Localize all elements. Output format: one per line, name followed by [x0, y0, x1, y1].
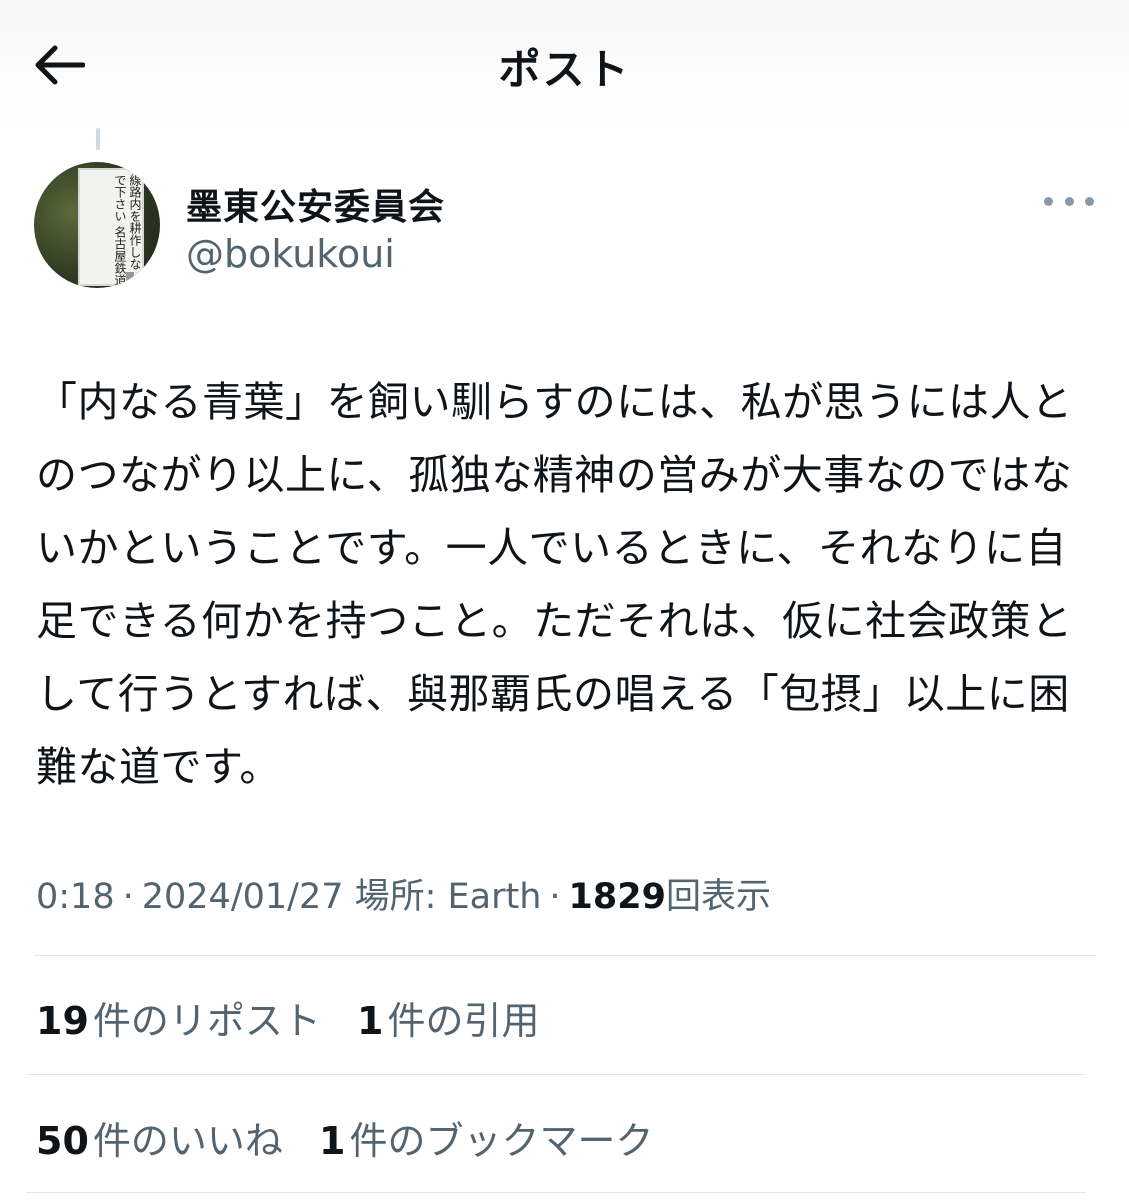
stats-row-likes: 50 件のいいね 1 件のブックマーク	[36, 1110, 677, 1165]
bookmarks-stat[interactable]: 1 件のブックマーク	[319, 1119, 653, 1163]
thread-connector	[96, 128, 100, 150]
views-label: 回表示	[665, 877, 771, 917]
tweet-meta: 0:18 · 2024/01/27 場所: Earth · 1829回表示	[36, 868, 771, 919]
views-count: 1829	[568, 877, 666, 917]
reposts-stat[interactable]: 19 件のリポスト	[36, 999, 321, 1043]
tweet-text: 「内なる青葉」を飼い馴らすのには、私が思うには人とのつながり以上に、孤独な精神の…	[36, 378, 1073, 791]
page-title: ポスト	[498, 45, 631, 94]
likes-count: 50	[36, 1119, 89, 1163]
reposts-label: 件のリポスト	[92, 999, 321, 1043]
tweet-time[interactable]: 0:18	[36, 877, 115, 917]
more-options-button[interactable]	[1044, 186, 1094, 216]
meta-separator: ·	[549, 877, 561, 917]
bookmarks-count: 1	[319, 1119, 346, 1163]
avatar-sign-text: 線路内を耕作しないで下さい 名古屋鉄道	[113, 174, 142, 286]
author-display-name[interactable]: 墨東公安委員会	[186, 178, 445, 230]
likes-label: 件のいいね	[92, 1119, 283, 1163]
meta-separator: ·	[122, 877, 134, 917]
bookmarks-label: 件のブックマーク	[349, 1119, 654, 1163]
author-handle[interactable]: @bokukoui	[186, 232, 395, 276]
tweet-date[interactable]: 2024/01/27	[142, 877, 344, 917]
more-dot-icon	[1044, 196, 1053, 206]
avatar-sign-pole	[126, 272, 134, 288]
avatar[interactable]: 線路内を耕作しないで下さい 名古屋鉄道	[34, 162, 160, 288]
more-dot-icon	[1064, 196, 1074, 206]
reposts-count: 19	[36, 999, 89, 1043]
tweet-location: 場所: Earth	[354, 877, 542, 917]
quotes-count: 1	[357, 999, 384, 1043]
divider	[26, 1192, 1086, 1193]
stats-row-reposts: 19 件のリポスト 1 件の引用	[36, 990, 563, 1045]
top-bar: ポスト	[0, 0, 1129, 128]
quotes-label: 件の引用	[387, 999, 540, 1043]
divider	[26, 1074, 1086, 1075]
divider	[34, 955, 1096, 956]
more-dot-icon	[1085, 196, 1094, 206]
quotes-stat[interactable]: 1 件の引用	[357, 999, 539, 1043]
likes-stat[interactable]: 50 件のいいね	[36, 1119, 283, 1163]
